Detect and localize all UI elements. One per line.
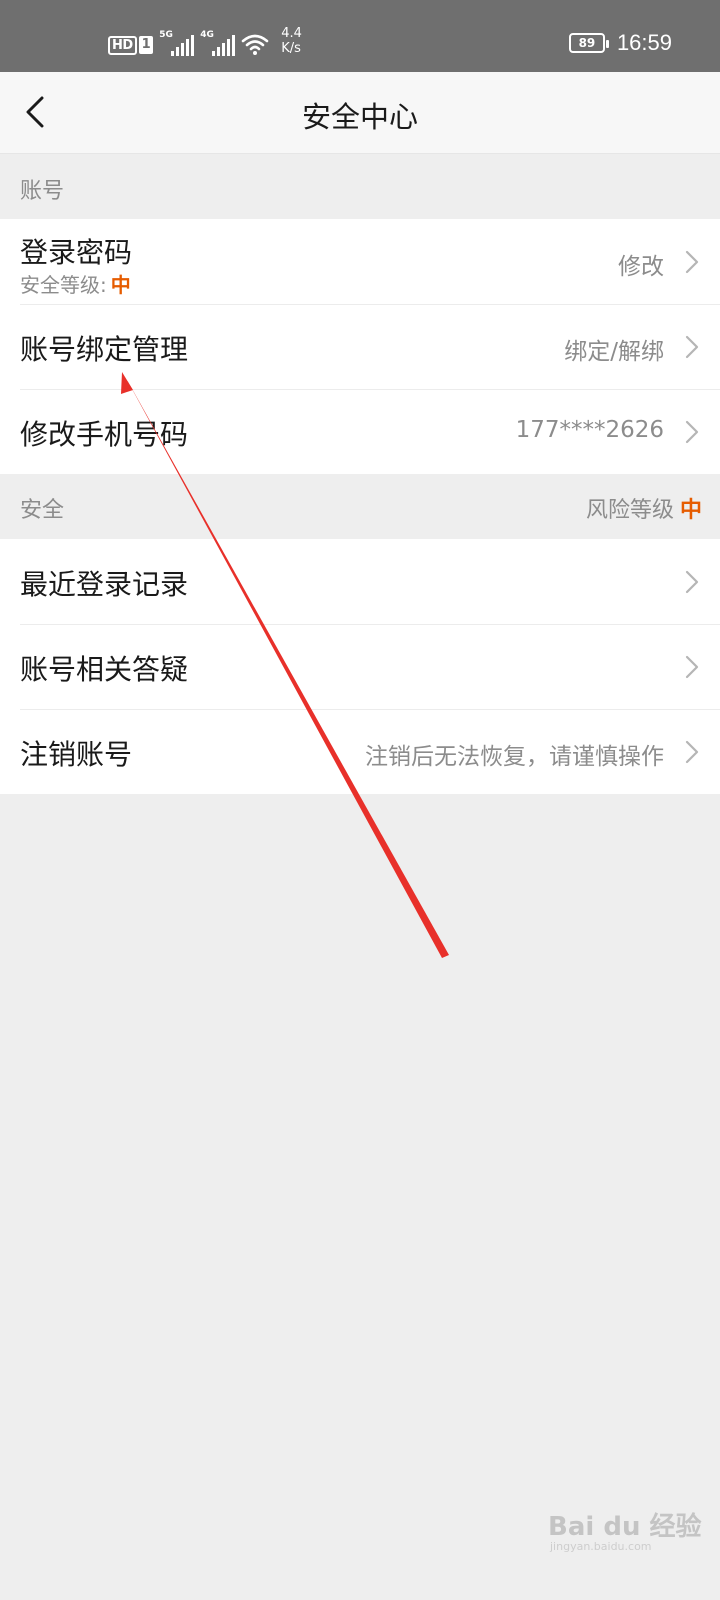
cancel-account-row[interactable]: 注销账号 注销后无法恢复，请谨慎操作 — [0, 709, 720, 794]
net1-label: 5G — [159, 30, 173, 40]
hd-badge: HD 1 — [108, 34, 154, 56]
risk-level-label: 风险等级 — [585, 498, 674, 523]
chevron-right-icon — [685, 335, 699, 359]
account-binding-title: 账号绑定管理 — [20, 333, 189, 366]
chevron-right-icon — [685, 420, 699, 444]
account-faq-title: 账号相关答疑 — [20, 653, 189, 686]
account-binding-row[interactable]: 账号绑定管理 绑定/解绑 — [0, 304, 720, 389]
chevron-right-icon — [685, 570, 699, 594]
signal-5g-icon: 5G — [159, 30, 195, 56]
speed-value: 4.4 — [281, 26, 302, 41]
security-settings-group: 最近登录记录 账号相关答疑 注销账号 注销后无法恢复，请谨慎操作 — [0, 539, 720, 794]
account-faq-row[interactable]: 账号相关答疑 — [0, 624, 720, 709]
account-section-header: 账号 — [0, 155, 720, 219]
bind-unbind-value: 绑定/解绑 — [564, 339, 664, 365]
risk-level-value: 中 — [679, 498, 702, 523]
network-speed: 4.4 K/s — [281, 26, 302, 56]
modify-password-link: 修改 — [618, 254, 664, 280]
watermark-url: jingyan.baidu.com — [550, 1540, 652, 1553]
signal-4g-icon: 4G — [200, 30, 236, 56]
page-title: 安全中心 — [301, 100, 418, 134]
watermark-text: Bai du 经验 — [548, 1512, 702, 1542]
status-right: 89 16:59 — [568, 30, 672, 56]
chevron-right-icon — [685, 250, 699, 274]
wifi-icon — [241, 34, 269, 55]
navigation-header: 安全中心 — [0, 72, 720, 154]
security-level-label: 安全等级: — [20, 273, 107, 297]
phone-number: 177****2626 — [515, 417, 664, 443]
baidu-watermark: Bai du 经验 jingyan.baidu.com — [548, 1492, 708, 1553]
sim-label: 1 — [138, 36, 154, 54]
net2-label: 4G — [200, 30, 214, 40]
status-left: HD 1 5G 4G 4.4 K/s — [108, 26, 302, 56]
recent-login-row[interactable]: 最近登录记录 — [0, 539, 720, 624]
security-section-label: 安全 — [20, 498, 65, 523]
chevron-right-icon — [685, 655, 699, 679]
security-section-header: 安全 风险等级中 — [0, 474, 720, 538]
status-bar: HD 1 5G 4G 4.4 K/s 89 16:59 — [0, 0, 720, 72]
recent-login-title: 最近登录记录 — [20, 568, 189, 601]
speed-unit: K/s — [281, 41, 301, 56]
risk-level: 风险等级中 — [586, 492, 702, 524]
login-password-title: 登录密码 — [20, 236, 133, 269]
account-section-label: 账号 — [20, 179, 65, 204]
account-settings-group: 登录密码 安全等级: 中 修改 账号绑定管理 绑定/解绑 修改手机号码 177**… — [0, 219, 720, 474]
security-level: 安全等级: 中 — [20, 269, 131, 298]
chevron-right-icon — [685, 740, 699, 764]
cancel-account-warning: 注销后无法恢复，请谨慎操作 — [365, 744, 664, 770]
change-phone-row[interactable]: 修改手机号码 177****2626 — [0, 389, 720, 474]
change-phone-title: 修改手机号码 — [20, 418, 189, 451]
security-level-value: 中 — [110, 273, 131, 297]
clock: 16:59 — [616, 30, 672, 55]
login-password-row[interactable]: 登录密码 安全等级: 中 修改 — [0, 219, 720, 304]
battery-level: 89 — [578, 36, 596, 50]
hd-label: HD — [108, 35, 137, 55]
battery-icon: 89 — [568, 33, 609, 53]
cancel-account-title: 注销账号 — [20, 738, 133, 771]
